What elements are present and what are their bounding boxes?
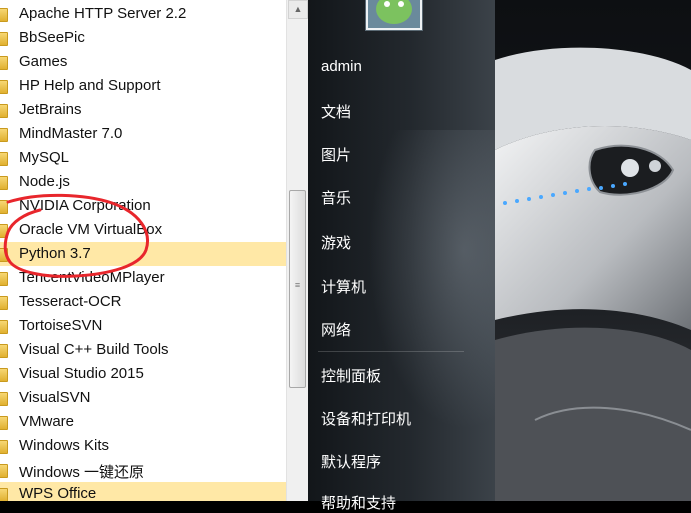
menu-network[interactable]: 网络 [321, 319, 351, 340]
program-label: WPS Office [19, 485, 97, 501]
program-label: Visual Studio 2015 [19, 365, 144, 382]
menu-separator [318, 351, 464, 352]
folder-icon [0, 320, 8, 334]
program-folder-vc-build-tools[interactable]: Visual C++ Build Tools [0, 338, 286, 362]
grip-icon: ≡ [294, 280, 301, 290]
program-folder-windows-restore[interactable]: Windows 一键还原 [0, 458, 286, 482]
menu-pictures[interactable]: 图片 [321, 144, 351, 165]
folder-icon [0, 392, 8, 406]
desktop-wallpaper-car [495, 0, 691, 501]
menu-help-support[interactable]: 帮助和支持 [321, 492, 396, 513]
program-label: Visual C++ Build Tools [19, 341, 169, 358]
menu-default-programs[interactable]: 默认程序 [321, 451, 381, 472]
start-menu-right-pane: admin 文档 图片 音乐 游戏 计算机 网络 控制面板 设备和打印机 默认程… [308, 0, 528, 512]
folder-icon [0, 368, 8, 382]
program-label: VisualSVN [19, 389, 91, 406]
program-label: VMware [19, 413, 75, 430]
scrollbar-thumb[interactable]: ≡ [289, 190, 306, 388]
program-folder-windows-kits[interactable]: Windows Kits [0, 434, 286, 458]
menu-documents[interactable]: 文档 [321, 101, 351, 122]
menu-games[interactable]: 游戏 [321, 232, 351, 253]
menu-computer[interactable]: 计算机 [321, 276, 366, 297]
folder-icon [0, 464, 8, 478]
programs-scrollbar[interactable]: ▲ ≡ [286, 0, 308, 501]
menu-user-admin[interactable]: admin [321, 58, 362, 75]
program-folder-visualsvn[interactable]: VisualSVN [0, 386, 286, 410]
red-annotation-circle [3, 193, 149, 278]
folder-icon [0, 488, 8, 501]
menu-devices-printers[interactable]: 设备和打印机 [321, 408, 411, 429]
program-folder-tortoisesvn[interactable]: TortoiseSVN [0, 314, 286, 338]
program-label: TortoiseSVN [19, 317, 103, 334]
scroll-up-button[interactable]: ▲ [288, 0, 308, 19]
program-label: Windows 一键还原 [19, 464, 145, 481]
folder-icon [0, 344, 8, 358]
program-folder-vmware[interactable]: VMware [0, 410, 286, 434]
program-folder-visual-studio[interactable]: Visual Studio 2015 [0, 362, 286, 386]
all-programs-list: Apache HTTP Server 2.2 BbSeePic Games HP… [0, 0, 286, 501]
menu-music[interactable]: 音乐 [321, 187, 351, 208]
program-label: Windows Kits [19, 437, 110, 454]
program-folder-wps-office[interactable]: WPS Office [0, 482, 286, 501]
folder-icon [0, 440, 8, 454]
user-avatar[interactable] [366, 0, 422, 30]
folder-icon [0, 416, 8, 430]
car-wallpaper-graphic [495, 0, 691, 501]
menu-control-panel[interactable]: 控制面板 [321, 365, 381, 386]
